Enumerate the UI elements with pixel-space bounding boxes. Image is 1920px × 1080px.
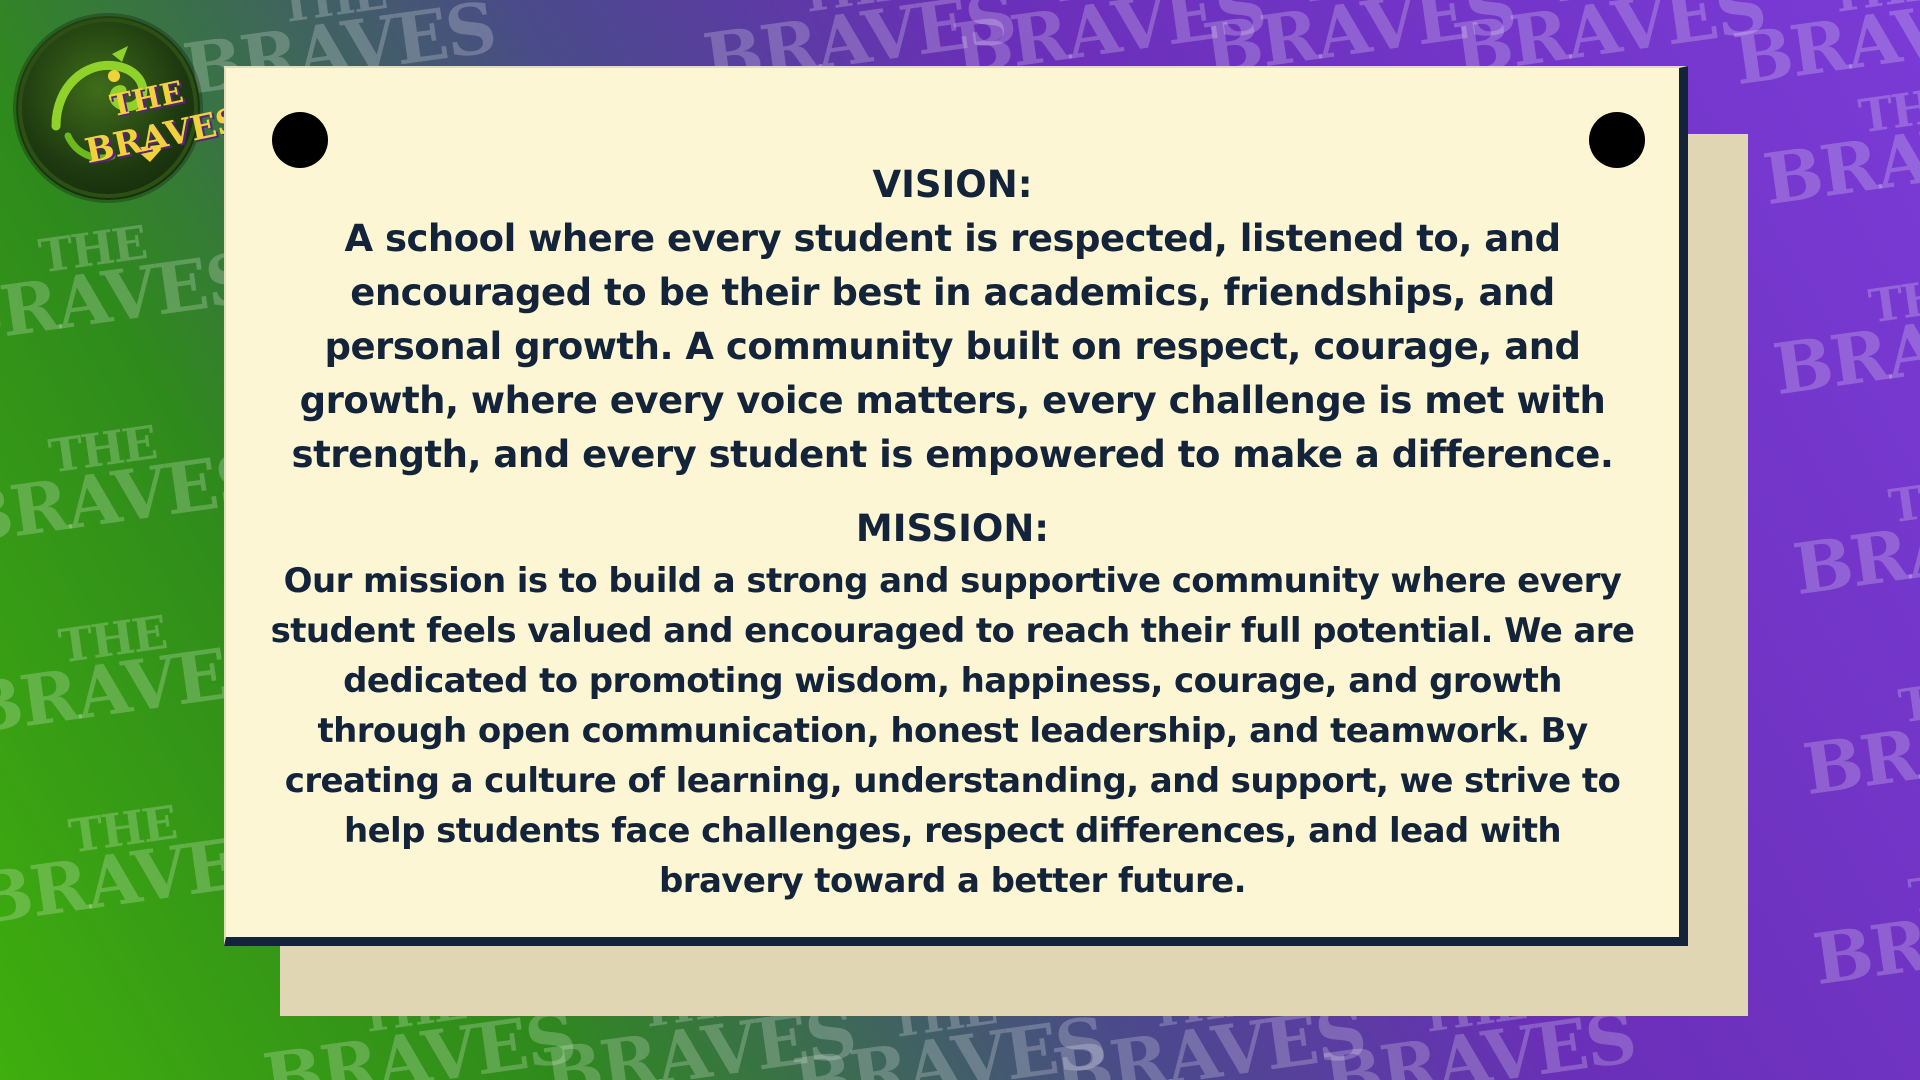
watermark-logo: THEBRAVES bbox=[1808, 855, 1920, 1002]
mission-heading: MISSION: bbox=[855, 507, 1050, 550]
mission-line: through open communication, honest leade… bbox=[317, 711, 1588, 751]
mission-line: dedicated to promoting wisdom, happiness… bbox=[343, 661, 1562, 701]
vision-line: personal growth. A community built on re… bbox=[324, 325, 1581, 368]
mission-line: creating a culture of learning, understa… bbox=[284, 761, 1621, 801]
vision-statement: A school where every student is respecte… bbox=[288, 212, 1618, 482]
vision-line: encouraged to be their best in academics… bbox=[350, 271, 1555, 314]
mission-line: bravery toward a better future. bbox=[659, 861, 1247, 901]
watermark-logo: THEBRAVES bbox=[1798, 665, 1920, 812]
vision-line: growth, where every voice matters, every… bbox=[299, 379, 1606, 422]
watermark-logo: THEBRAVES bbox=[0, 215, 260, 362]
card-content: VISION: A school where every student is … bbox=[226, 158, 1679, 906]
mission-line: help students face challenges, respect d… bbox=[343, 811, 1562, 851]
watermark-logo: THEBRAVES bbox=[1768, 265, 1920, 412]
mission-line: student feels valued and encouraged to r… bbox=[270, 611, 1635, 651]
vision-line: strength, and every student is empowered… bbox=[291, 433, 1614, 476]
vision-line: A school where every student is respecte… bbox=[344, 217, 1561, 260]
watermark-logo: THEBRAVES bbox=[1788, 465, 1920, 612]
mission-line: Our mission is to build a strong and sup… bbox=[283, 561, 1622, 601]
watermark-logo: THEBRAVES bbox=[1728, 0, 1920, 102]
watermark-logo: THEBRAVES bbox=[1758, 75, 1920, 222]
vision-mission-card: VISION: A school where every student is … bbox=[224, 66, 1688, 946]
braves-logo: THE BRAVES bbox=[16, 16, 244, 200]
mission-statement: Our mission is to build a strong and sup… bbox=[263, 556, 1643, 906]
vision-heading: VISION: bbox=[872, 163, 1033, 206]
